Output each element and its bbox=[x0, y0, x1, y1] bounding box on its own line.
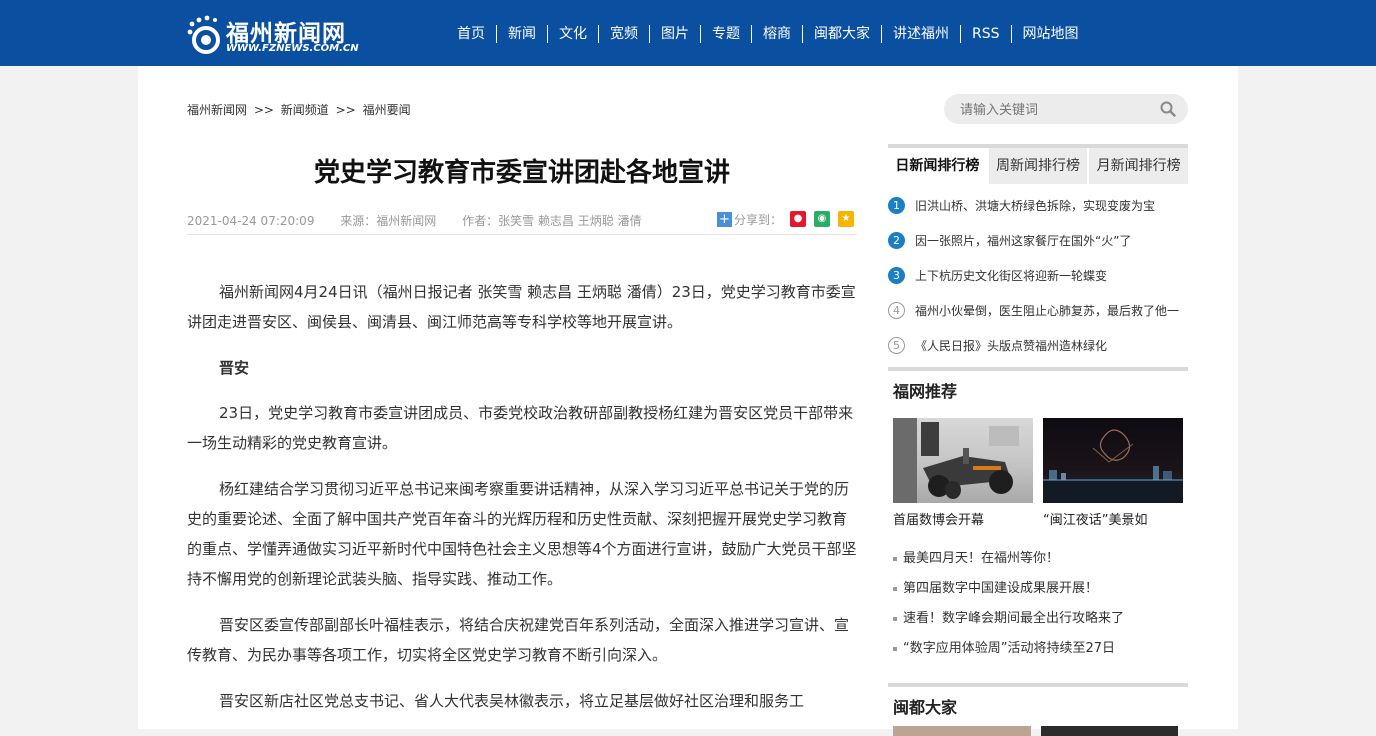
nav-news[interactable]: 新闻 bbox=[496, 25, 547, 43]
ranking-item-text: 因一张照片，福州这家餐厅在国外“火”了 bbox=[915, 234, 1132, 248]
article-paragraph: 晋安区委宣传部副部长叶福桂表示，将结合庆祝建党百年系列活动，全面深入推进学习宣讲… bbox=[187, 616, 850, 664]
logo-text-en: WWW.FZNEWS.COM.CN bbox=[226, 43, 359, 54]
expo-go-kart-photo bbox=[893, 418, 1033, 503]
page-container: 福州新闻网 >> 新闻频道 >> 福州要闻 党史学习教育市委宣讲团赴各地宣讲 2… bbox=[138, 66, 1238, 736]
bullet-icon bbox=[893, 646, 897, 651]
recommend-list-text: “数字应用体验周”活动将持续至27日 bbox=[903, 641, 1116, 656]
nav-sitemap[interactable]: 网站地图 bbox=[1010, 25, 1090, 43]
breadcrumb-fuzhou-news[interactable]: 福州要闻 bbox=[363, 103, 411, 117]
nav-mindu-dajia[interactable]: 闽都大家 bbox=[802, 25, 881, 43]
main-nav: 首页 新闻 文化 宽频 图片 专题 榕商 闽都大家 讲述福州 RSS 网站地图 bbox=[446, 24, 1090, 44]
share-label: 分享到： bbox=[734, 212, 783, 227]
ranking-item-text: 旧洪山桥、洪塘大桥绿色拆除，实现变废为宝 bbox=[915, 199, 1156, 213]
weibo-icon[interactable]: ● bbox=[790, 211, 807, 227]
tab-weekly-ranking[interactable]: 周新闻排行榜 bbox=[988, 148, 1088, 184]
tab-monthly-ranking[interactable]: 月新闻排行榜 bbox=[1089, 148, 1189, 184]
breadcrumb-news-channel[interactable]: 新闻频道 bbox=[281, 103, 329, 117]
ranking-tabs: 日新闻排行榜 周新闻排行榜 月新闻排行榜 bbox=[888, 148, 1189, 184]
ranking-list: 1 旧洪山桥、洪塘大桥绿色拆除，实现变废为宝 2 因一张照片，福州这家餐厅在国外… bbox=[888, 188, 1188, 363]
rank-number-badge: 4 bbox=[888, 302, 905, 319]
rank-number-badge: 1 bbox=[888, 197, 905, 214]
ranking-item[interactable]: 1 旧洪山桥、洪塘大桥绿色拆除，实现变废为宝 bbox=[888, 188, 1188, 223]
breadcrumb: 福州新闻网 >> 新闻频道 >> 福州要闻 bbox=[187, 101, 411, 118]
mindu-pictures bbox=[888, 726, 1188, 736]
recommend-pictures: 首届数博会开幕 “闽江夜话”美景如 bbox=[888, 418, 1188, 528]
recommend-list-text: 速看！数字峰会期间最全出行攻略来了 bbox=[903, 611, 1125, 626]
rank-number-badge: 5 bbox=[888, 337, 905, 354]
nav-topics[interactable]: 专题 bbox=[700, 25, 751, 43]
bullet-icon bbox=[893, 556, 897, 561]
logo-swirl-icon bbox=[187, 15, 220, 54]
article-meta: 2021-04-24 07:20:09 来源：福州新闻网 作者：张笑雪 赖志昌 … bbox=[187, 212, 664, 229]
recommend-list-text: 最美四月天！在福州等你！ bbox=[903, 551, 1060, 566]
article-body: 福州新闻网4月24日讯（福州日报记者 张笑雪 赖志昌 王炳聪 潘倩）23日，党史… bbox=[187, 277, 857, 732]
mindu-pic-item[interactable] bbox=[893, 726, 1031, 736]
wechat-icon[interactable]: ◉ bbox=[814, 211, 831, 227]
recommend-list-item[interactable]: 速看！数字峰会期间最全出行攻略来了 bbox=[893, 604, 1188, 634]
ranking-item[interactable]: 3 上下杭历史文化街区将迎新一轮蝶变 bbox=[888, 258, 1188, 293]
news-ranking: 日新闻排行榜 周新闻排行榜 月新闻排行榜 1 旧洪山桥、洪塘大桥绿色拆除，实现变… bbox=[888, 144, 1189, 371]
article-paragraph: 23日，党史学习教育市委宣讲团成员、市委党校政治教研部副教授杨红建为晋安区党员干… bbox=[187, 404, 854, 452]
nav-culture[interactable]: 文化 bbox=[547, 25, 598, 43]
go-kart-illustration bbox=[893, 418, 1019, 503]
ranking-bottom-border bbox=[888, 367, 1188, 371]
nav-rongshang[interactable]: 榕商 bbox=[751, 25, 802, 43]
search-icon[interactable] bbox=[1160, 101, 1176, 117]
recommend-list: 最美四月天！在福州等你！ 第四届数字中国建设成果展开展！ 速看！数字峰会期间最全… bbox=[888, 544, 1188, 664]
ranking-item-text: 上下杭历史文化街区将迎新一轮蝶变 bbox=[915, 269, 1108, 283]
rank-number-badge: 2 bbox=[888, 232, 905, 249]
ranking-item[interactable]: 2 因一张照片，福州这家餐厅在国外“火”了 bbox=[888, 223, 1188, 258]
ranking-item[interactable]: 5 《人民日报》头版点赞福州造林绿化 bbox=[888, 328, 1188, 363]
mindu-dajia-section: 闽都大家 bbox=[888, 694, 1188, 736]
tab-daily-ranking[interactable]: 日新闻排行榜 bbox=[888, 148, 987, 184]
search-input[interactable] bbox=[958, 100, 1152, 120]
rank-number-badge: 3 bbox=[888, 267, 905, 284]
recommend-list-item[interactable]: 最美四月天！在福州等你！ bbox=[893, 544, 1188, 574]
recommend-list-item[interactable]: 第四届数字中国建设成果展开展！ bbox=[893, 574, 1188, 604]
ranking-item-text: 福州小伙晕倒，医生阻止心肺复苏，最后救了他一 bbox=[915, 304, 1180, 318]
bullet-icon bbox=[893, 616, 897, 621]
article-paragraph: 杨红建结合学习贯彻习近平总书记来闽考察重要讲话精神，从深入学习习近平总书记关于党… bbox=[187, 480, 857, 588]
recommend-pic-item[interactable]: 首届数博会开幕 bbox=[893, 418, 1033, 528]
nav-home[interactable]: 首页 bbox=[446, 25, 496, 43]
bullet-icon bbox=[893, 586, 897, 591]
minjiang-night-photo bbox=[1043, 418, 1183, 503]
fuwang-recommend: 福网推荐 首届数博会开幕 “闽江夜话”美景如 最美四月天！在福州等你！ 第四届数… bbox=[888, 378, 1188, 664]
section-divider bbox=[888, 683, 1188, 687]
ranking-item-text: 《人民日报》头版点赞福州造林绿化 bbox=[915, 339, 1108, 353]
breadcrumb-home[interactable]: 福州新闻网 bbox=[187, 103, 247, 117]
top-header: 福州新闻网 WWW.FZNEWS.COM.CN 首页 新闻 文化 宽频 图片 专… bbox=[0, 0, 1376, 66]
nav-video[interactable]: 宽频 bbox=[598, 25, 649, 43]
article-paragraph: 晋安区新店社区党总支书记、省人大代表吴林徽表示，将立足基层做好社区治理和服务工 bbox=[219, 692, 805, 710]
nav-pictures[interactable]: 图片 bbox=[649, 25, 700, 43]
article-title: 党史学习教育市委宣讲团赴各地宣讲 bbox=[313, 158, 730, 188]
section-title: 闽都大家 bbox=[893, 698, 958, 717]
site-logo[interactable]: 福州新闻网 WWW.FZNEWS.COM.CN bbox=[186, 12, 361, 58]
recommend-list-item[interactable]: “数字应用体验周”活动将持续至27日 bbox=[893, 634, 1188, 664]
recommend-pic-caption: “闽江夜话”美景如 bbox=[1043, 513, 1148, 528]
article-paragraph: 福州新闻网4月24日讯（福州日报记者 张笑雪 赖志昌 王炳聪 潘倩）23日，党史… bbox=[187, 283, 856, 331]
article-datetime: 2021-04-24 07:20:09 bbox=[187, 214, 315, 228]
nav-jiangshu-fuzhou[interactable]: 讲述福州 bbox=[881, 25, 960, 43]
article-subheading: 晋安 bbox=[219, 359, 250, 377]
breadcrumb-separator: >> bbox=[253, 103, 274, 117]
mindu-pic-item[interactable] bbox=[1040, 726, 1178, 736]
breadcrumb-separator: >> bbox=[335, 103, 356, 117]
article-source: 来源：福州新闻网 bbox=[340, 214, 437, 228]
ranking-item[interactable]: 4 福州小伙晕倒，医生阻止心肺复苏，最后救了他一 bbox=[888, 293, 1188, 328]
section-title: 福网推荐 bbox=[893, 382, 958, 401]
night-view-illustration bbox=[1043, 429, 1183, 503]
article-author: 作者：张笑雪 赖志昌 王炳聪 潘倩 bbox=[462, 214, 642, 228]
meta-divider bbox=[187, 234, 857, 235]
recommend-list-text: 第四届数字中国建设成果展开展！ bbox=[903, 581, 1099, 596]
share-plus-icon[interactable]: + bbox=[717, 211, 732, 227]
recommend-pic-caption: 首届数博会开幕 bbox=[893, 513, 985, 528]
nav-rss[interactable]: RSS bbox=[960, 25, 1011, 43]
share-bar: + 分享到： ● ◉ ★ bbox=[717, 210, 855, 228]
qzone-icon[interactable]: ★ bbox=[838, 211, 855, 227]
search-box bbox=[944, 94, 1188, 124]
recommend-pic-item[interactable]: “闽江夜话”美景如 bbox=[1043, 418, 1183, 528]
